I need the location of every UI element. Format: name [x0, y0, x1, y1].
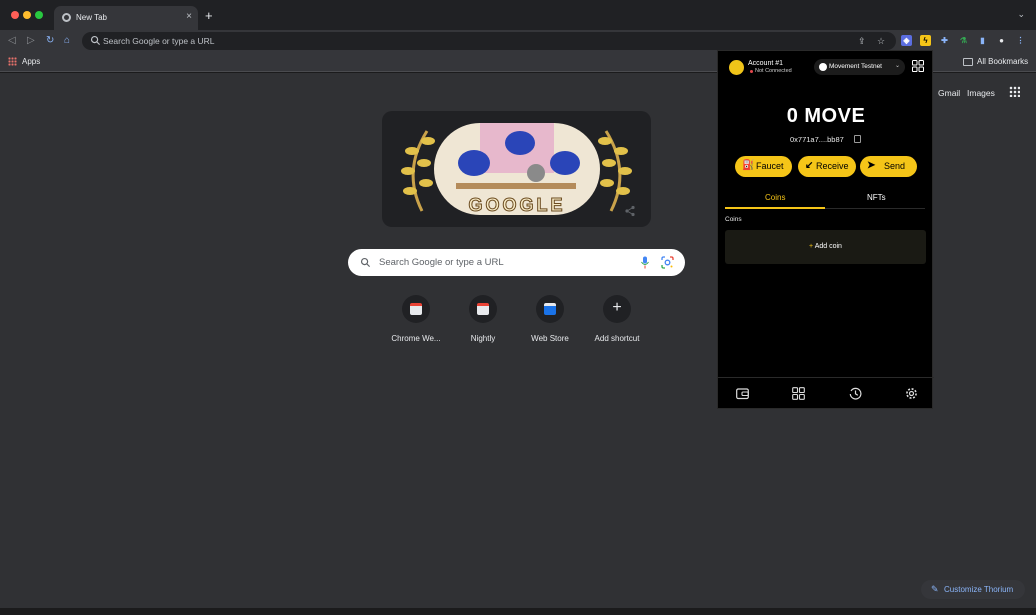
arrow-down-left-icon: ↙: [805, 160, 814, 171]
network-label: Movement Testnet: [829, 63, 882, 70]
home-button[interactable]: ⌂: [64, 33, 70, 49]
nightly-icon: [477, 303, 489, 315]
shortcut-add[interactable]: + Add shortcut: [582, 295, 652, 351]
address-bar[interactable]: Search Google or type a URL ⇪ ☆: [82, 32, 896, 50]
shortcut-nightly[interactable]: Nightly: [448, 295, 518, 351]
wallet-address[interactable]: 0x771a7....bb87: [790, 135, 844, 144]
tab-coins[interactable]: Coins: [765, 193, 785, 202]
minimize-window-button[interactable]: [23, 11, 31, 19]
doodle-logo-text: GOOGLE: [468, 195, 566, 216]
faucet-button[interactable]: ⛽ Faucet: [735, 156, 792, 177]
receive-label: Receive: [816, 161, 849, 171]
chevron-down-icon: ⌄: [895, 63, 901, 69]
share-icon[interactable]: [624, 205, 636, 217]
shortcut-tile: [536, 295, 564, 323]
add-coin-row: + Add coin: [725, 243, 926, 250]
close-window-button[interactable]: [11, 11, 19, 19]
chrome-web-store-icon: [410, 303, 422, 315]
shortcut-tile: [402, 295, 430, 323]
browser-toolbar: ◁ ▷ ↻ ⌂ Search Google or type a URL ⇪ ☆: [0, 30, 1036, 52]
shortcut-tile: [469, 295, 497, 323]
address-bar-placeholder: Search Google or type a URL: [103, 36, 215, 46]
faucet-label: Faucet: [756, 161, 784, 171]
send-arrow-icon: ➤: [867, 160, 876, 171]
extension-bolt-icon[interactable]: ϟ: [920, 35, 931, 46]
copy-icon[interactable]: [854, 135, 861, 143]
extension-flask-icon[interactable]: ⚗: [958, 35, 969, 46]
movement-logo-icon: [819, 63, 827, 71]
wallet-popup: Account #1 Not Connected Movement Testne…: [717, 50, 934, 409]
settings-gear-icon[interactable]: [905, 387, 918, 400]
customize-button[interactable]: ✎ Customize Thorium: [921, 580, 1025, 599]
network-selector[interactable]: Movement Testnet ⌄: [814, 59, 905, 75]
images-link[interactable]: Images: [967, 88, 995, 98]
search-placeholder: Search Google or type a URL: [379, 257, 504, 268]
shortcut-tile: +: [603, 295, 631, 323]
tab-title: New Tab: [76, 13, 107, 22]
back-button[interactable]: ◁: [8, 33, 16, 49]
google-apps-icon[interactable]: [1009, 86, 1020, 97]
shortcut-web-store[interactable]: Web Store: [515, 295, 585, 351]
side-panel-icon[interactable]: ▮: [977, 35, 988, 46]
chrome-favicon-icon: [62, 13, 71, 22]
apps-bookmark[interactable]: Apps: [22, 57, 40, 66]
tab-new-tab[interactable]: New Tab ×: [54, 6, 198, 30]
grid-menu-icon[interactable]: [912, 60, 924, 72]
fuel-pump-icon: ⛽: [742, 160, 755, 171]
active-tab-indicator: [725, 207, 825, 209]
share-icon[interactable]: ⇪: [858, 36, 866, 46]
web-store-icon: [544, 303, 556, 315]
customize-label: Customize Thorium: [944, 585, 1014, 594]
maximize-window-button[interactable]: [35, 11, 43, 19]
balance-amount: 0 MOVE: [786, 105, 866, 127]
pencil-icon: ✎: [931, 584, 939, 594]
shortcut-label: Add shortcut: [594, 334, 640, 343]
profile-icon[interactable]: ●: [996, 35, 1007, 46]
forward-button[interactable]: ▷: [27, 33, 35, 49]
tab-nfts[interactable]: NFTs: [867, 193, 886, 202]
gmail-link[interactable]: Gmail: [938, 88, 960, 98]
menu-icon[interactable]: ⋮: [1015, 35, 1026, 46]
apps-grid-icon[interactable]: [792, 387, 805, 400]
add-coin-label: Add coin: [814, 243, 842, 250]
add-coin-button[interactable]: + Add coin: [725, 230, 926, 264]
microphone-icon[interactable]: [640, 256, 650, 269]
coins-section-title: Coins: [725, 216, 742, 223]
status-dot-icon: [750, 70, 753, 73]
window-bottom-edge: [0, 608, 1036, 615]
bookmark-star-icon[interactable]: ☆: [877, 36, 885, 46]
search-icon: [360, 257, 371, 268]
history-icon[interactable]: [849, 387, 862, 400]
search-icon: [90, 35, 101, 46]
send-button[interactable]: ➤ Send: [860, 156, 917, 177]
ntp-search-box[interactable]: Search Google or type a URL: [348, 249, 685, 276]
shortcut-label: Web Store: [531, 334, 569, 343]
receive-button[interactable]: ↙ Receive: [798, 156, 856, 177]
folder-icon: [963, 58, 973, 66]
extension-shield-icon[interactable]: ◈: [901, 35, 912, 46]
footer-divider: [718, 377, 934, 378]
wallet-icon[interactable]: [736, 387, 749, 400]
shortcut-chrome-web-store[interactable]: Chrome We...: [381, 295, 451, 351]
tab-search-icon[interactable]: ⌄: [1017, 9, 1025, 20]
shortcut-label: Chrome We...: [391, 334, 441, 343]
title-bar: New Tab × + ⌄: [0, 0, 1036, 30]
shortcut-label: Nightly: [470, 334, 496, 343]
plus-icon: +: [809, 243, 814, 250]
google-lens-icon[interactable]: [661, 256, 674, 269]
google-doodle[interactable]: GOOGLE: [382, 111, 651, 227]
plus-icon: +: [612, 299, 622, 316]
account-avatar[interactable]: [729, 60, 744, 75]
send-label: Send: [884, 161, 906, 171]
tab-close-icon[interactable]: ×: [186, 11, 192, 23]
account-name[interactable]: Account #1: [748, 60, 783, 67]
connection-status: Not Connected: [755, 68, 792, 74]
extensions-puzzle-icon[interactable]: ✚: [939, 35, 950, 46]
reload-button[interactable]: ↻: [46, 33, 54, 49]
all-bookmarks-button[interactable]: All Bookmarks: [977, 57, 1028, 66]
new-tab-button[interactable]: +: [205, 8, 213, 24]
apps-grid-icon[interactable]: [8, 57, 17, 66]
